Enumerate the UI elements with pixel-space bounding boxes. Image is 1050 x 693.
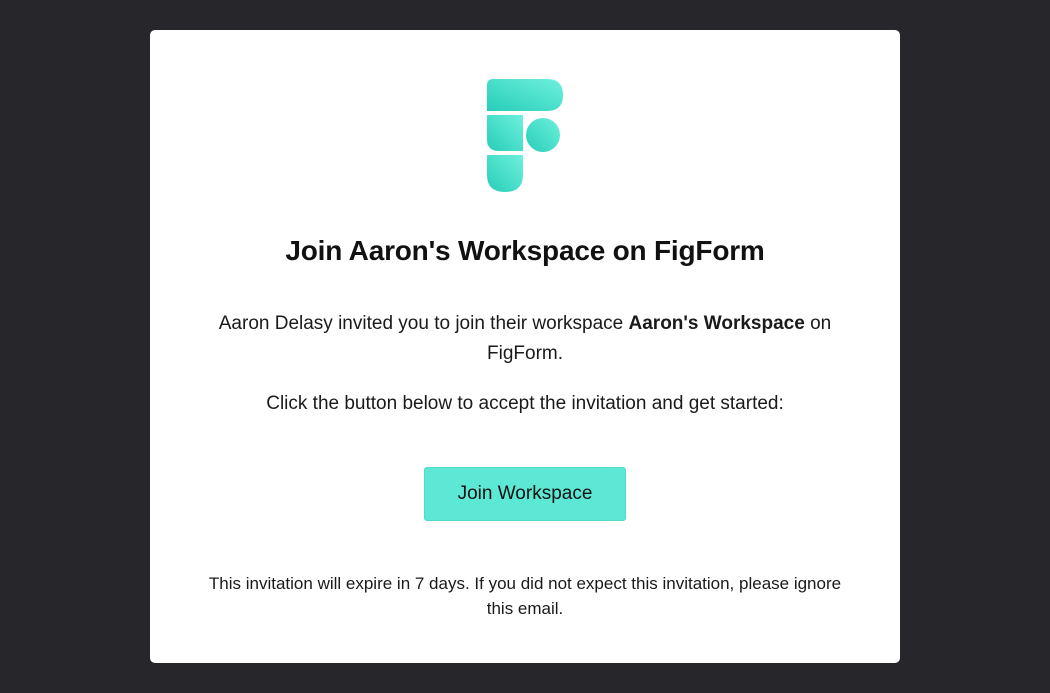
instruction-text: Click the button below to accept the inv… xyxy=(266,393,784,414)
email-page: Join Aaron's Workspace on FigForm Aaron … xyxy=(0,0,1050,693)
workspace-name: Aaron's Workspace xyxy=(628,313,805,334)
join-workspace-button[interactable]: Join Workspace xyxy=(424,467,626,521)
invitation-message: Aaron Delasy invited you to join their w… xyxy=(190,309,860,369)
invitation-message-prefix: Aaron Delasy invited you to join their w… xyxy=(218,313,629,334)
invitation-title: Join Aaron's Workspace on FigForm xyxy=(285,235,765,266)
invitation-card: Join Aaron's Workspace on FigForm Aaron … xyxy=(150,30,900,663)
expiry-notice: This invitation will expire in 7 days. I… xyxy=(208,574,842,618)
figform-logo-icon xyxy=(487,79,563,192)
